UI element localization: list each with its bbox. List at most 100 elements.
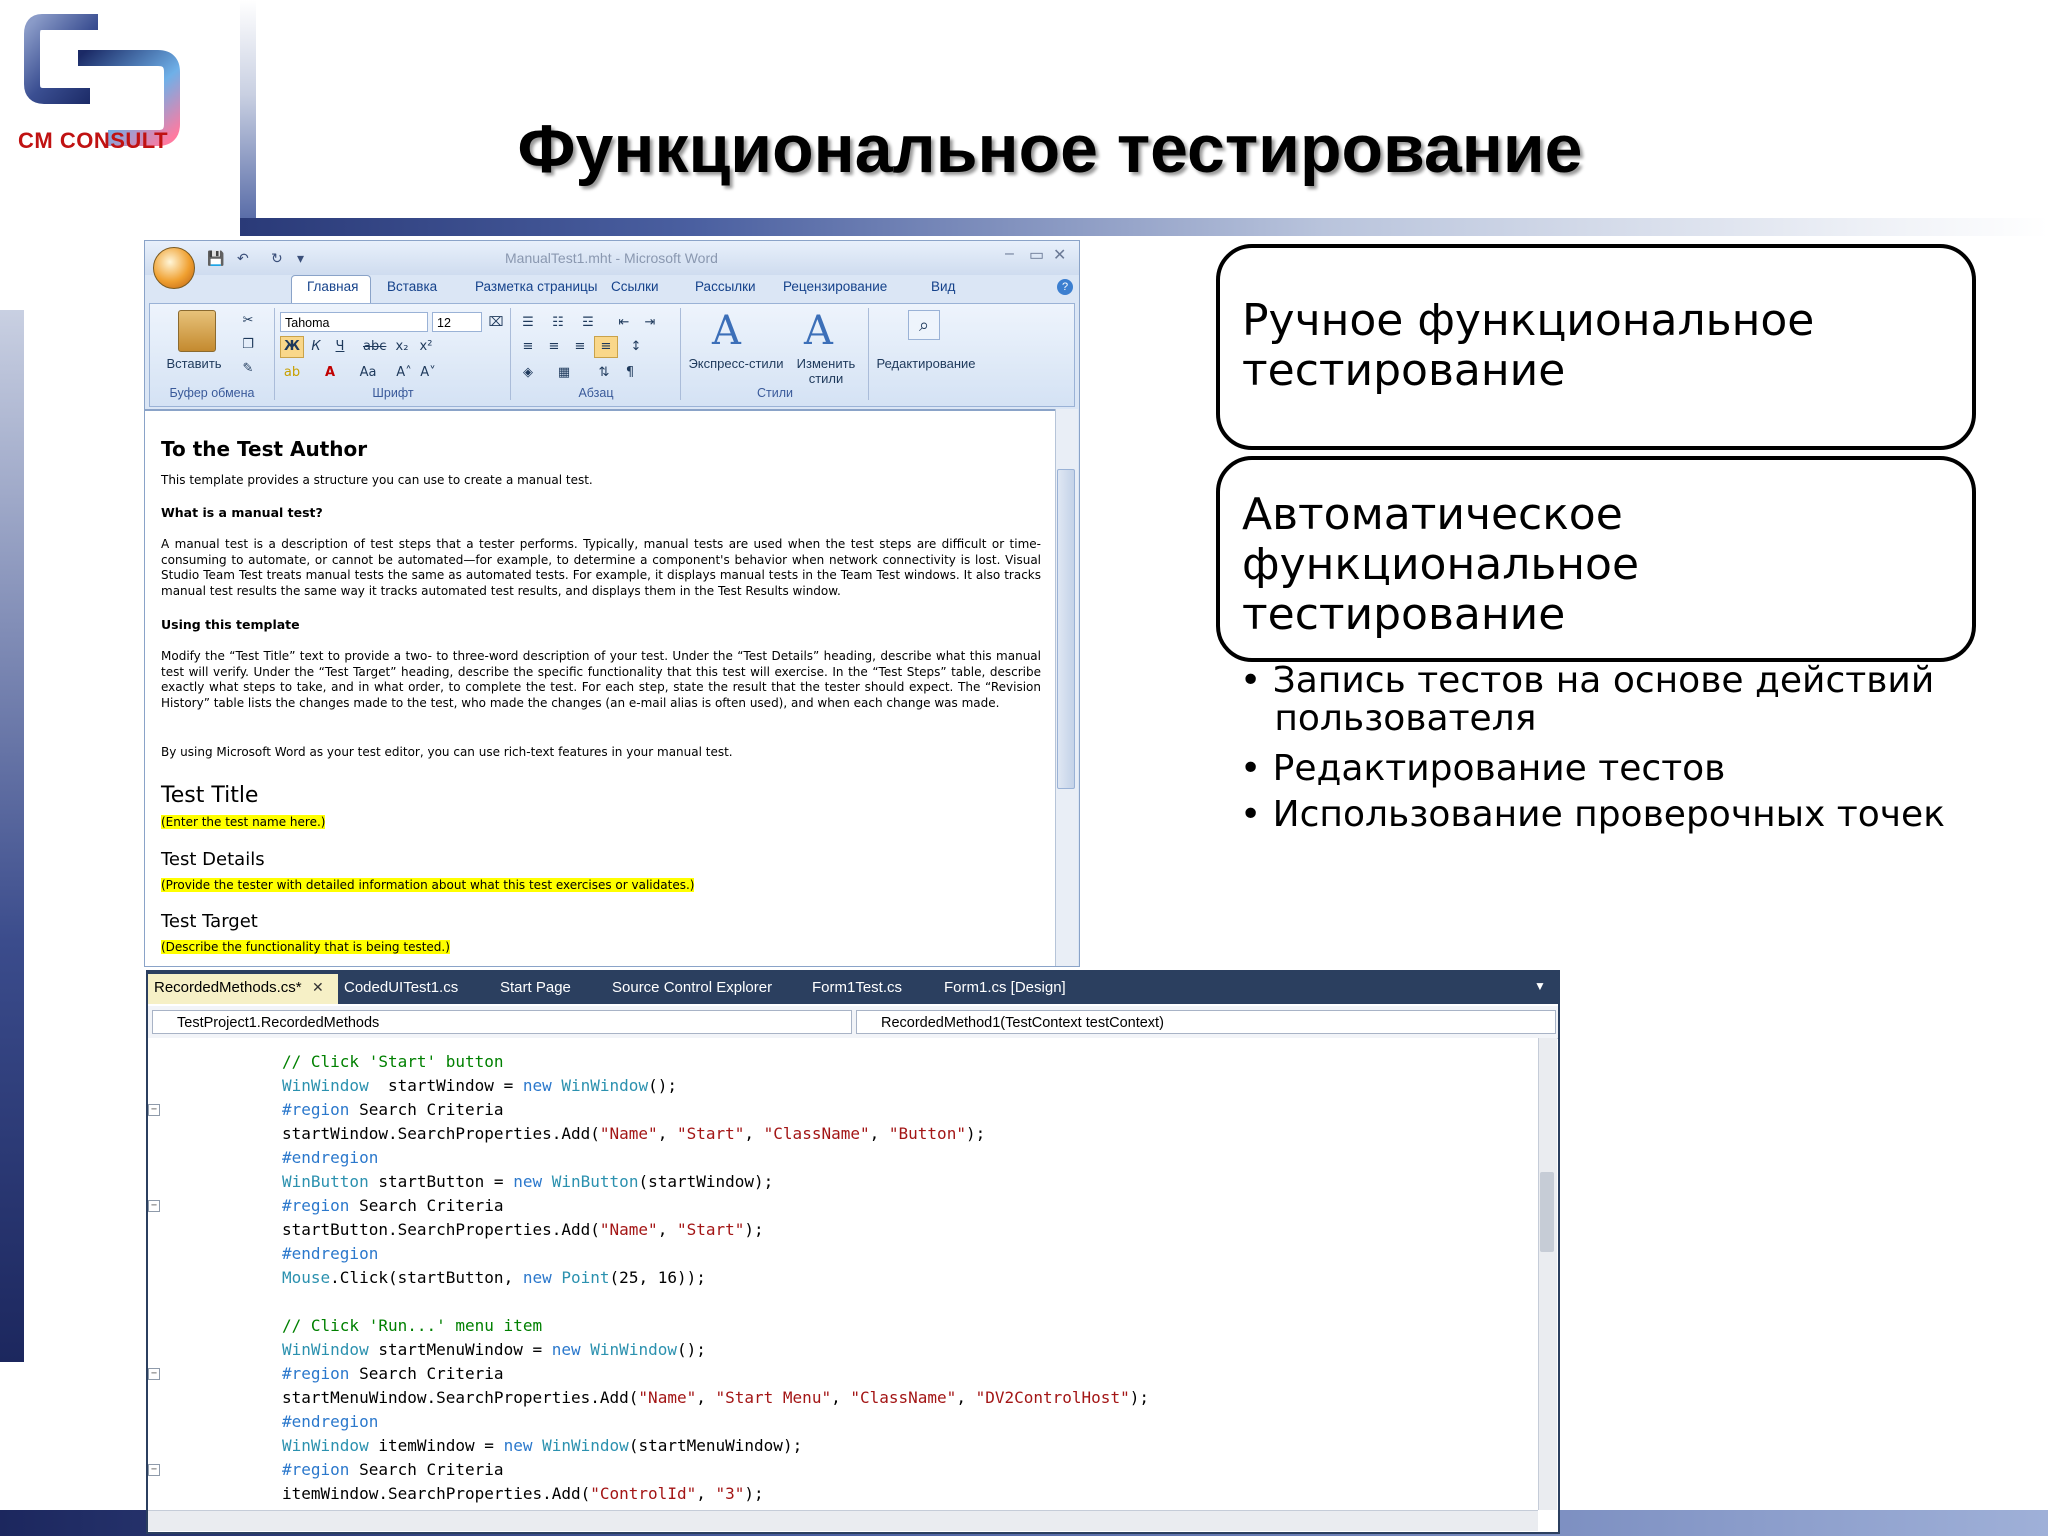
code-line[interactable]: WinWindow startWindow = new WinWindow(); (282, 1074, 677, 1097)
highlight-icon[interactable]: ab (280, 362, 304, 384)
tab-page-layout[interactable]: Разметка страницы (475, 279, 597, 294)
callout-manual-line-1: Ручное функциональное (1242, 295, 1815, 346)
vs-tab-form1test[interactable]: Form1Test.cs (812, 979, 902, 996)
document-scroll-thumb[interactable] (1057, 469, 1075, 789)
code-line[interactable]: itemWindow.SearchProperties.Add("Control… (282, 1482, 764, 1505)
quick-styles-button[interactable]: Экспресс-стили (684, 356, 788, 371)
code-line[interactable]: #endregion (282, 1242, 378, 1265)
format-painter-icon[interactable]: ✎ (236, 358, 260, 380)
document-page[interactable]: To the Test Author This template provide… (145, 409, 1055, 966)
code-token: "ClassName" (850, 1388, 957, 1407)
align-center-icon[interactable]: ≡ (542, 336, 566, 358)
paste-button[interactable]: Вставить (164, 356, 224, 371)
vs-code-area[interactable]: // Click 'Start' button WinWindow startWi… (148, 1038, 1538, 1510)
italic-icon[interactable]: К (304, 336, 328, 358)
shading-icon[interactable]: ◈ (516, 362, 540, 384)
office-button[interactable] (153, 247, 195, 289)
tab-review[interactable]: Рецензирование (783, 279, 887, 294)
code-line[interactable]: #region Search Criteria (282, 1194, 504, 1217)
show-marks-icon[interactable]: ¶ (618, 362, 642, 384)
vs-tab-form1-design[interactable]: Form1.cs [Design] (944, 979, 1066, 996)
cut-icon[interactable]: ✂ (236, 310, 260, 332)
bullet-record-tests-cont: пользователя (1240, 698, 1537, 739)
save-icon[interactable]: 💾 (207, 250, 224, 267)
maximize-icon[interactable]: ▭ (1029, 245, 1044, 265)
justify-icon[interactable]: ≡ (594, 336, 618, 358)
copy-icon[interactable]: ❐ (236, 334, 260, 356)
vs-horizontal-scrollbar[interactable] (148, 1510, 1538, 1531)
code-line[interactable]: startMenuWindow.SearchProperties.Add("Na… (282, 1386, 1149, 1409)
vs-tab-source-control[interactable]: Source Control Explorer (612, 979, 772, 996)
tab-home[interactable]: Главная (307, 279, 358, 294)
bullets-icon[interactable]: ☰ (516, 312, 540, 334)
help-icon[interactable]: ? (1057, 279, 1073, 295)
fold-toggle-icon[interactable]: − (148, 1368, 160, 1380)
vs-vertical-scroll-thumb[interactable] (1540, 1172, 1554, 1252)
fold-toggle-icon[interactable]: − (148, 1104, 160, 1116)
superscript-icon[interactable]: x² (414, 336, 438, 358)
vs-tab-dropdown-icon[interactable]: ▼ (1534, 979, 1546, 993)
code-line[interactable]: Mouse.Click(startButton, new Point(25, 1… (282, 1266, 706, 1289)
change-styles-icon[interactable]: A (804, 308, 833, 354)
decrease-indent-icon[interactable]: ⇤ (612, 312, 636, 334)
customize-toolbar-icon[interactable]: ▾ (297, 250, 304, 267)
change-styles-button[interactable]: Изменить (790, 356, 862, 371)
borders-icon[interactable]: ▦ (552, 362, 576, 384)
code-line[interactable]: WinWindow startMenuWindow = new WinWindo… (282, 1338, 706, 1361)
redo-icon[interactable]: ↻ (271, 250, 283, 267)
close-icon[interactable]: ✕ (1053, 245, 1066, 265)
change-case-icon[interactable]: Aa (356, 362, 380, 384)
code-line[interactable]: #endregion (282, 1410, 378, 1433)
code-token: ); (744, 1220, 764, 1239)
code-line[interactable]: startButton.SearchProperties.Add("Name",… (282, 1218, 764, 1241)
vs-tab-close-icon[interactable]: ✕ (312, 979, 324, 996)
font-color-icon[interactable]: A (318, 362, 342, 384)
line-spacing-icon[interactable]: ↕ (624, 336, 648, 358)
paste-icon[interactable] (178, 310, 216, 352)
code-token: , (831, 1388, 851, 1407)
tab-mailings[interactable]: Рассылки (695, 279, 756, 294)
shrink-font-icon[interactable]: A˅ (416, 362, 440, 384)
align-right-icon[interactable]: ≡ (568, 336, 592, 358)
code-line[interactable]: #region Search Criteria (282, 1458, 504, 1481)
fold-toggle-icon[interactable]: − (148, 1200, 160, 1212)
undo-icon[interactable]: ↶ (237, 250, 249, 267)
grow-font-icon[interactable]: A˄ (392, 362, 416, 384)
code-token: WinWindow (542, 1436, 629, 1455)
tab-view[interactable]: Вид (931, 279, 955, 294)
code-line[interactable]: #region Search Criteria (282, 1362, 504, 1385)
clear-format-icon[interactable]: ⌧ (484, 312, 508, 334)
binoculars-icon[interactable]: ⌕ (908, 310, 940, 340)
vs-tab-start-page[interactable]: Start Page (500, 979, 571, 996)
numbering-icon[interactable]: ☷ (546, 312, 570, 334)
code-line[interactable]: #endregion (282, 1146, 378, 1169)
code-line[interactable]: // Click 'Start' button (282, 1050, 504, 1073)
vs-vertical-scrollbar[interactable] (1538, 1038, 1557, 1510)
multilevel-list-icon[interactable]: ☲ (576, 312, 600, 334)
minimize-icon[interactable]: – (1005, 245, 1014, 263)
align-left-icon[interactable]: ≡ (516, 336, 540, 358)
vs-class-navigator[interactable]: TestProject1.RecordedMethods (152, 1010, 852, 1034)
code-line[interactable]: WinButton startButton = new WinButton(st… (282, 1170, 773, 1193)
code-line[interactable]: // Click 'Run...' menu item (282, 1314, 542, 1337)
font-name-select[interactable]: Tahoma (280, 312, 428, 332)
tab-references[interactable]: Ссылки (611, 279, 659, 294)
vs-method-navigator[interactable]: RecordedMethod1(TestContext testContext) (856, 1010, 1556, 1034)
strikethrough-icon[interactable]: abc (362, 336, 386, 358)
vs-tab-coded-ui-test[interactable]: CodedUITest1.cs (344, 979, 458, 996)
underline-icon[interactable]: Ч (328, 336, 352, 358)
code-line[interactable]: WinWindow itemWindow = new WinWindow(sta… (282, 1434, 802, 1457)
fold-toggle-icon[interactable]: − (148, 1464, 160, 1476)
bold-icon[interactable]: Ж (280, 336, 304, 358)
vs-tab-recorded-methods[interactable]: RecordedMethods.cs* (154, 979, 302, 996)
subscript-icon[interactable]: x₂ (390, 336, 414, 358)
tab-insert[interactable]: Вставка (387, 279, 437, 294)
font-size-select[interactable]: 12 (432, 312, 482, 332)
editing-button[interactable]: Редактирование (870, 356, 982, 371)
increase-indent-icon[interactable]: ⇥ (638, 312, 662, 334)
code-line[interactable]: #region Search Criteria (282, 1098, 504, 1121)
quick-styles-icon[interactable]: A (712, 308, 741, 354)
code-token: , (956, 1388, 976, 1407)
sort-icon[interactable]: ⇅ (592, 362, 616, 384)
code-line[interactable]: startWindow.SearchProperties.Add("Name",… (282, 1122, 985, 1145)
